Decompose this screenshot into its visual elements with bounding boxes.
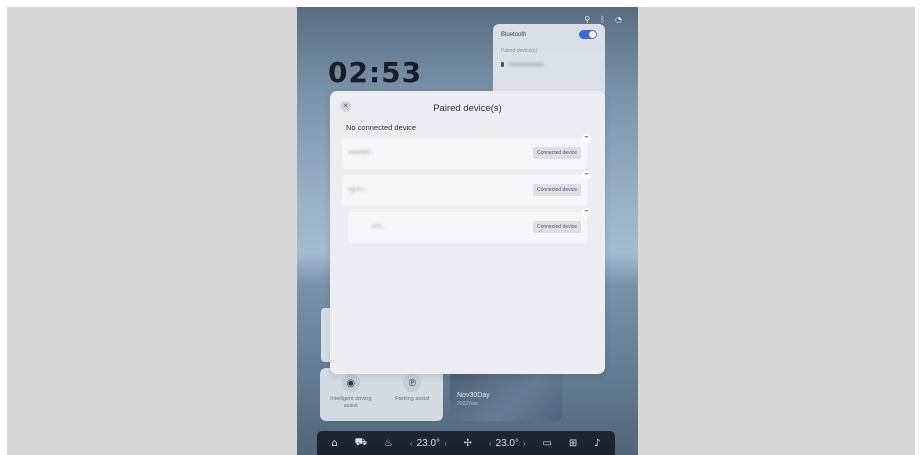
remove-device-icon[interactable]: – [582, 171, 591, 180]
remove-device-icon[interactable]: – [582, 208, 591, 217]
dialog-title: Paired device(s) [433, 103, 502, 114]
device-name: vivoX80... [348, 150, 375, 156]
connection-status-label: No connected device [346, 123, 417, 132]
device-row[interactable]: vivoX80... Connected device – [342, 134, 591, 169]
device-name: iPh... [372, 224, 386, 230]
device-row[interactable]: iPh... Connected device – [348, 208, 591, 243]
device-name: iQOO... [348, 187, 369, 193]
paired-devices-dialog: ✕ Paired device(s) No connected device v… [330, 91, 605, 374]
device-row[interactable]: iQOO... Connected device – [342, 171, 591, 206]
connect-device-button[interactable]: Connected device [532, 184, 581, 196]
connect-device-button[interactable]: Connected device [532, 147, 581, 159]
remove-device-icon[interactable]: – [582, 134, 591, 143]
connect-device-button[interactable]: Connected device [532, 221, 581, 233]
